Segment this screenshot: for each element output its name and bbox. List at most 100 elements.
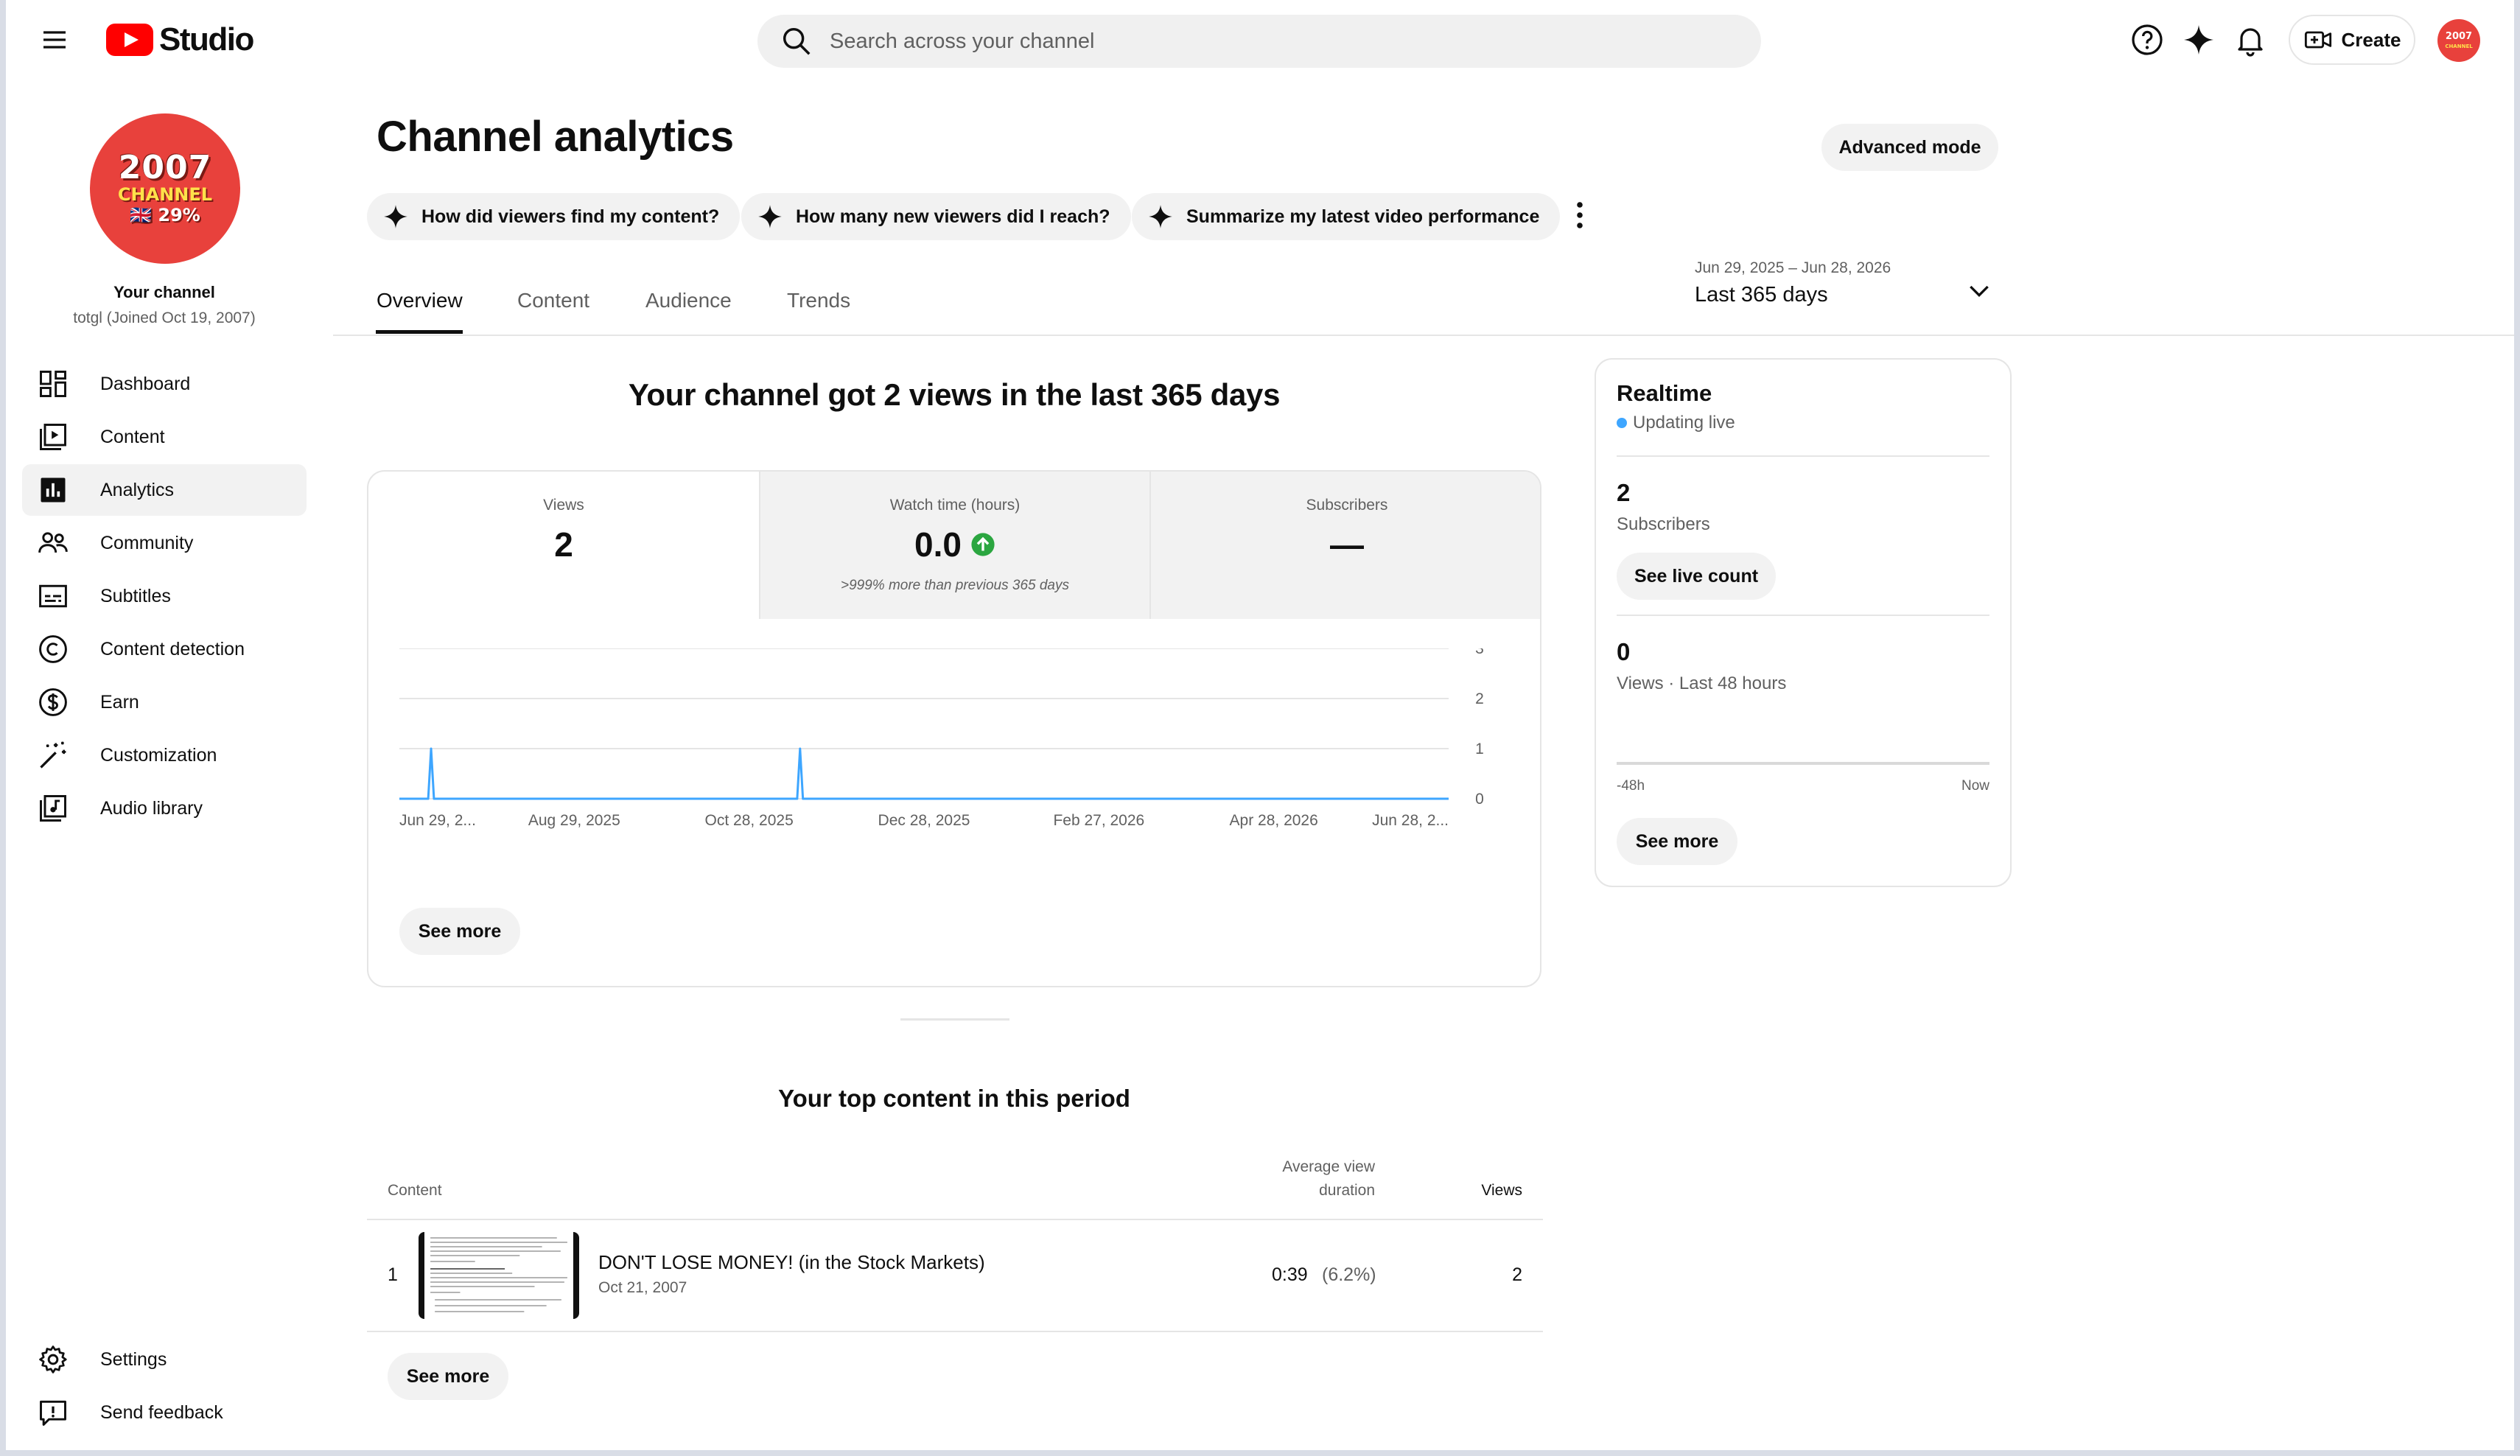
table-divider	[367, 1331, 1543, 1332]
more-options-icon[interactable]	[1567, 197, 1593, 233]
row-avd-percent: (6.2%)	[1322, 1264, 1376, 1285]
svg-text:CHANNEL: CHANNEL	[2445, 43, 2473, 49]
tab-content[interactable]: Content	[517, 289, 589, 312]
realtime-status: Updating live	[1617, 413, 1735, 433]
col-header-avd-line2[interactable]: duration	[1228, 1182, 1375, 1200]
x-tick-label: Aug 29, 2025	[528, 812, 620, 829]
video-title[interactable]: DON'T LOSE MONEY! (in the Stock Markets)	[598, 1251, 985, 1274]
date-period-label[interactable]: Last 365 days	[1695, 283, 1828, 307]
sidebar-item-content-detection[interactable]: Content detection	[22, 623, 307, 675]
chip-label: How did viewers find my content?	[421, 206, 720, 227]
sidebar-item-label: Earn	[100, 691, 139, 713]
date-range-text[interactable]: Jun 29, 2025 – Jun 28, 2026	[1695, 259, 1891, 277]
sidebar-item-label: Send feedback	[100, 1401, 223, 1423]
suggestion-chip-viewers-find[interactable]: How did viewers find my content?	[367, 193, 741, 240]
metric-watch-time[interactable]: Watch time (hours) 0.0 >999% more than p…	[759, 472, 1151, 619]
create-button[interactable]: Create	[2289, 15, 2415, 65]
search-bar[interactable]	[757, 15, 1761, 68]
sidebar-item-community[interactable]: Community	[22, 517, 307, 569]
avatar-year-text: 2007	[118, 149, 212, 186]
studio-logo[interactable]: Studio	[106, 21, 254, 59]
row-avd: 0:39	[1272, 1264, 1308, 1285]
realtime-divider	[1617, 455, 1989, 457]
metric-views[interactable]: Views 2	[368, 472, 759, 619]
avatar-percent-text: 🇬🇧 29%	[130, 205, 200, 225]
dashboard-icon	[40, 371, 66, 397]
your-channel-label[interactable]: Your channel	[0, 283, 329, 302]
views-line-chart: 0 1 2 3 Jun 29, 2... Aug 29, 2025 Oct 28, 2025…	[399, 648, 1484, 829]
sidebar-item-label: Subtitles	[100, 585, 171, 606]
search-input[interactable]	[828, 28, 1715, 55]
sidebar-item-label: Community	[100, 532, 194, 553]
tab-trends[interactable]: Trends	[787, 289, 850, 312]
sidebar-item-send-feedback[interactable]: Send feedback	[22, 1387, 307, 1438]
see-live-count-button[interactable]: See live count	[1617, 553, 1776, 600]
col-header-views[interactable]: Views	[1449, 1182, 1522, 1200]
realtime-bar-baseline	[1617, 762, 1989, 765]
metric-note: >999% more than previous 365 days	[840, 578, 1069, 593]
series-line	[399, 747, 1449, 800]
realtime-divider	[1617, 615, 1989, 616]
sidebar-item-subtitles[interactable]: Subtitles	[22, 570, 307, 622]
sidebar-item-settings[interactable]: Settings	[22, 1334, 307, 1385]
channel-avatar[interactable]: 2007 CHANNEL 🇬🇧 29%	[90, 113, 240, 264]
content-icon	[40, 424, 66, 450]
realtime-axis-end: Now	[1961, 778, 1989, 794]
realtime-views-value: 0	[1617, 638, 1631, 665]
dollar-icon	[39, 688, 67, 716]
sidebar-item-audio-library[interactable]: Audio library	[22, 783, 307, 834]
sidebar-item-customization[interactable]: Customization	[22, 729, 307, 781]
y-tick-label: 0	[1475, 791, 1484, 808]
suggestion-chip-new-viewers[interactable]: How many new viewers did I reach?	[741, 193, 1131, 240]
realtime-see-more-button[interactable]: See more	[1617, 818, 1737, 865]
y-tick-label: 3	[1475, 648, 1484, 657]
tab-overview[interactable]: Overview	[377, 289, 463, 312]
subtitles-icon	[39, 584, 67, 608]
chevron-down-icon[interactable]	[1964, 276, 1994, 305]
realtime-card	[1595, 358, 2012, 887]
top-content-see-more-button[interactable]: See more	[388, 1353, 508, 1400]
logo-text: Studio	[159, 21, 254, 57]
account-avatar[interactable]: 2007 CHANNEL	[2437, 19, 2480, 62]
advanced-mode-button[interactable]: Advanced mode	[1821, 124, 1998, 171]
video-date: Oct 21, 2007	[598, 1279, 687, 1296]
live-dot-icon	[1617, 418, 1627, 428]
notifications-bell-icon[interactable]	[2233, 22, 2268, 57]
sidebar-item-analytics[interactable]: Analytics	[22, 464, 307, 516]
table-divider	[367, 1219, 1543, 1220]
x-tick-label: Apr 28, 2026	[1230, 812, 1318, 829]
y-tick-label: 1	[1475, 741, 1484, 757]
metric-subscribers[interactable]: Subscribers —	[1151, 472, 1540, 619]
channel-handle: totgl (Joined Oct 19, 2007)	[73, 309, 256, 326]
chart-see-more-button[interactable]: See more	[399, 908, 520, 955]
help-icon[interactable]	[2129, 22, 2165, 57]
page-title: Channel analytics	[377, 113, 734, 161]
metric-value: 2	[554, 525, 573, 564]
tab-audience[interactable]: Audience	[645, 289, 732, 312]
arrow-up-circle-icon	[971, 533, 995, 556]
row-views: 2	[1512, 1264, 1522, 1285]
create-label: Create	[2341, 28, 2401, 51]
sparkle-icon	[384, 205, 407, 228]
sparkle-icon	[758, 205, 782, 228]
metric-value: —	[1330, 525, 1364, 564]
sidebar-item-earn[interactable]: Earn	[22, 676, 307, 728]
col-header-content: Content	[388, 1182, 442, 1199]
sidebar-item-content[interactable]: Content	[22, 411, 307, 463]
metric-value: 0.0	[914, 525, 962, 564]
sidebar-item-label: Customization	[100, 744, 217, 766]
community-icon	[38, 532, 68, 553]
menu-icon[interactable]	[38, 25, 71, 55]
sparkle-icon[interactable]	[2181, 22, 2216, 57]
gear-icon	[39, 1345, 67, 1373]
video-add-icon	[2304, 31, 2331, 49]
col-header-avd-line1[interactable]: Average view	[1228, 1158, 1375, 1176]
x-tick-label: Jun 29, 2...	[399, 812, 476, 829]
chip-label: Summarize my latest video performance	[1186, 206, 1540, 227]
suggestion-chip-summarize[interactable]: Summarize my latest video performance	[1132, 193, 1561, 240]
sparkle-icon	[1149, 205, 1172, 228]
sidebar-item-dashboard[interactable]: Dashboard	[22, 358, 307, 410]
row-rank: 1	[388, 1264, 398, 1285]
video-thumbnail[interactable]	[419, 1232, 579, 1319]
analytics-headline: Your channel got 2 views in the last 365…	[628, 377, 1281, 412]
